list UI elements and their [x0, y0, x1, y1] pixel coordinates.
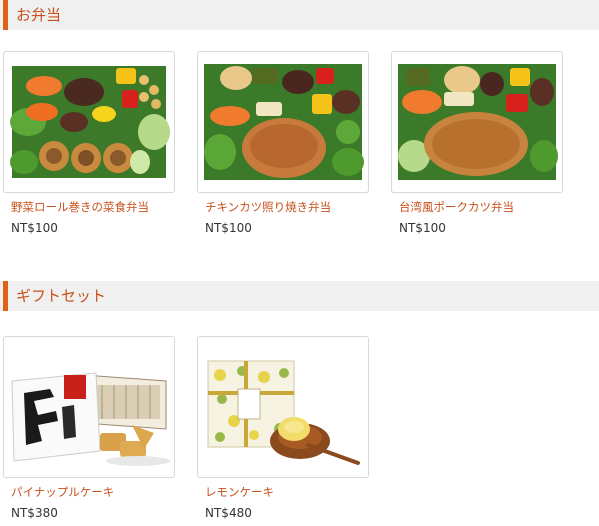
product-image-veggie-roll-bento[interactable] — [3, 51, 175, 193]
product-image-pork-cutlet-bento[interactable] — [391, 51, 563, 193]
product-image-pineapple-cake[interactable] — [3, 336, 175, 478]
product-name-link[interactable]: チキンカツ照り焼き弁当 — [197, 199, 369, 215]
product-price: NT$100 — [205, 221, 252, 235]
product-price: NT$100 — [11, 221, 58, 235]
product-name-link[interactable]: 台湾風ポークカツ弁当 — [391, 199, 563, 215]
product-name-link[interactable]: レモンケーキ — [197, 484, 369, 500]
section-title: お弁当 — [16, 6, 62, 24]
section-accent-bar — [3, 0, 8, 30]
product-card[interactable]: チキンカツ照り焼き弁当 NT$100 — [197, 51, 369, 236]
section-title: ギフトセット — [16, 287, 107, 305]
section-header-gift-set: ギフトセット — [0, 281, 599, 311]
product-card[interactable]: パイナップルケーキ NT$380 — [3, 336, 175, 521]
product-card[interactable]: 野菜ロール巻きの菜食弁当 NT$100 — [3, 51, 175, 236]
product-name-link[interactable]: パイナップルケーキ — [3, 484, 175, 500]
product-image-lemon-cake[interactable] — [197, 336, 369, 478]
product-card[interactable]: 台湾風ポークカツ弁当 NT$100 — [391, 51, 563, 236]
product-card[interactable]: レモンケーキ NT$480 — [197, 336, 369, 521]
section-accent-bar — [3, 281, 8, 311]
section-header-bento: お弁当 — [0, 0, 599, 30]
product-price: NT$380 — [11, 506, 58, 520]
product-image-chicken-cutlet-bento[interactable] — [197, 51, 369, 193]
product-price: NT$100 — [399, 221, 446, 235]
product-price: NT$480 — [205, 506, 252, 520]
product-name-link[interactable]: 野菜ロール巻きの菜食弁当 — [3, 199, 175, 215]
